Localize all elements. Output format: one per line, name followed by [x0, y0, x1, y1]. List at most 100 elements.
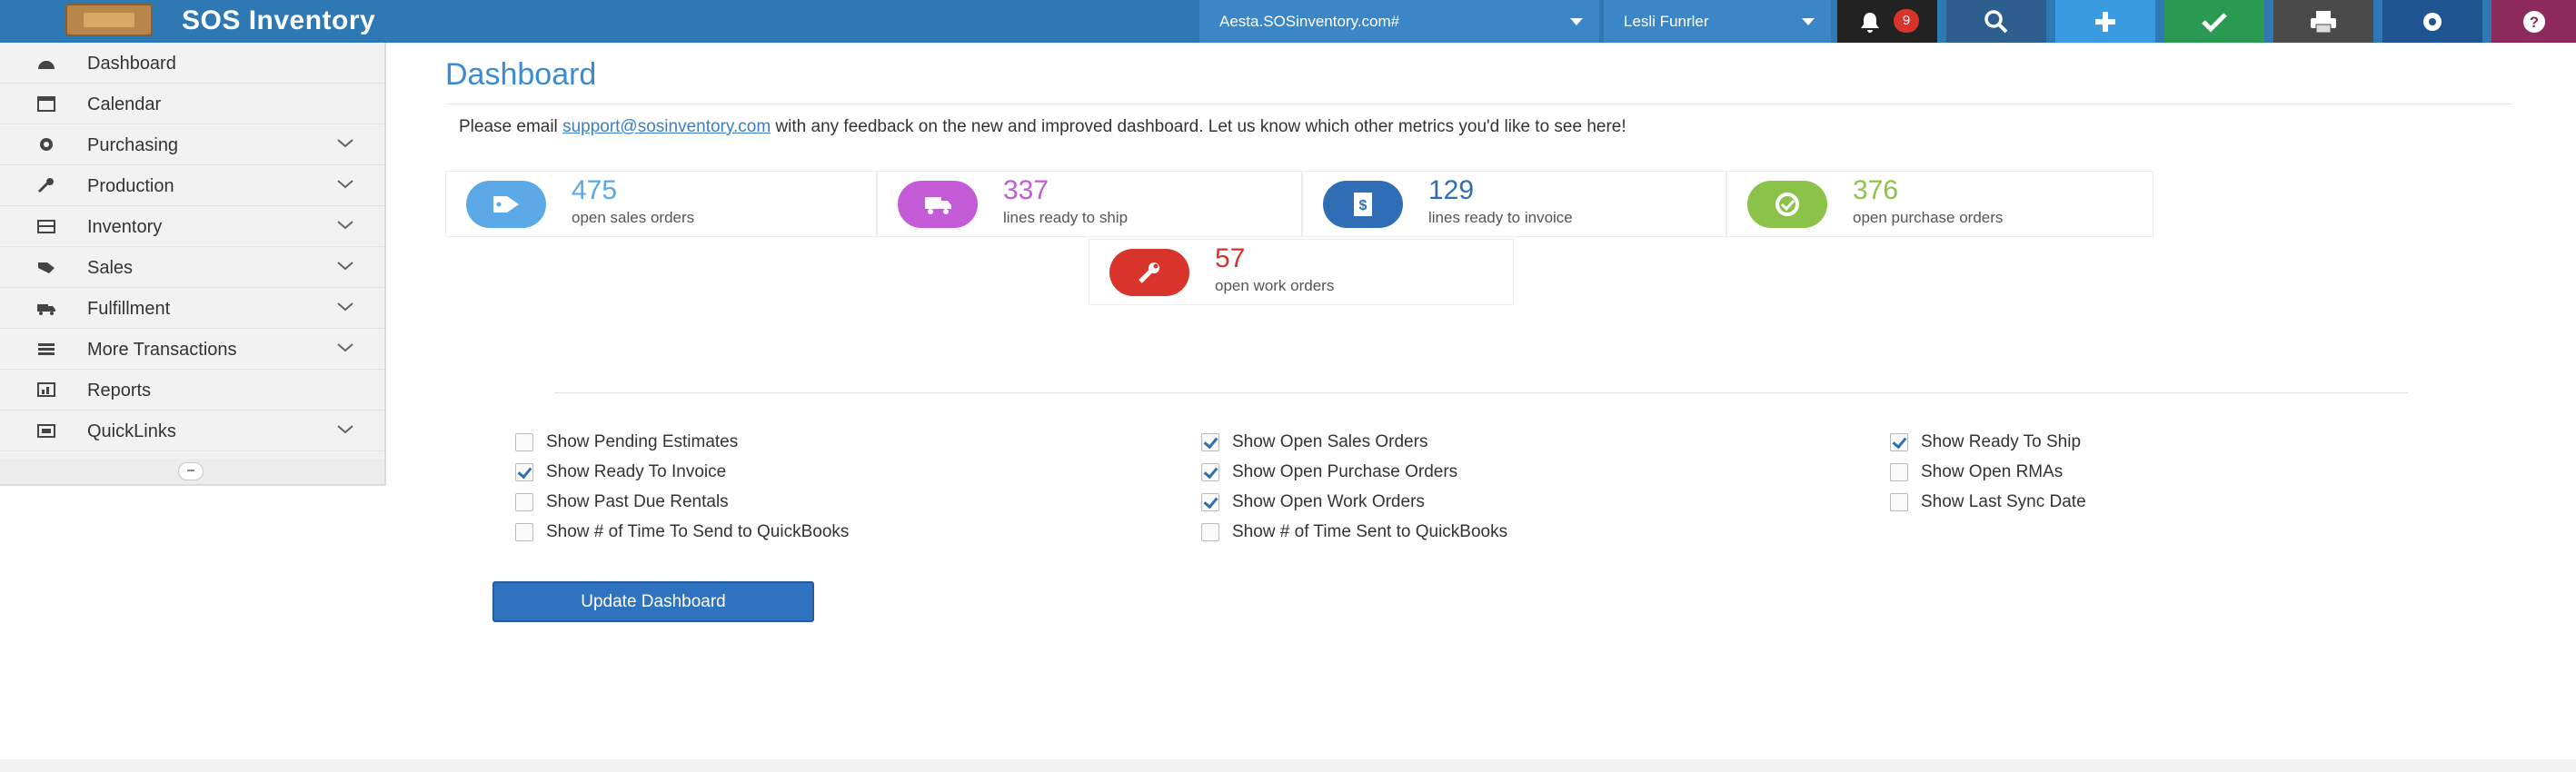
- checkbox[interactable]: [515, 433, 533, 451]
- svg-text:$: $: [1359, 198, 1368, 213]
- sidebar-item-purchasing[interactable]: Purchasing: [0, 124, 384, 165]
- metric-value: 376: [1853, 175, 1899, 205]
- checkbox[interactable]: [1201, 433, 1219, 451]
- top-bar: SOS Inventory Aesta.SOSinventory.com# Le…: [0, 0, 2576, 43]
- invoice-icon: $: [1354, 193, 1372, 216]
- metric-icon-circle: [1109, 249, 1189, 296]
- sidebar-item-label: Reports: [87, 381, 152, 401]
- metric-icon-circle: $: [1323, 181, 1403, 228]
- sidebar-item-reports[interactable]: Reports: [0, 370, 384, 411]
- settings-button[interactable]: [2382, 0, 2482, 43]
- chevron-down-icon: [337, 302, 353, 312]
- sidebar-item-more-transactions[interactable]: More Transactions: [0, 329, 384, 370]
- cart-icon: [1775, 193, 1799, 216]
- option-label: Show Pending Estimates: [546, 432, 739, 451]
- sidebar-item-label: Purchasing: [87, 135, 179, 155]
- option-label: Show Open Sales Orders: [1232, 432, 1428, 451]
- option-label: Show Ready To Ship: [1921, 432, 2082, 451]
- sidebar-item-dashboard[interactable]: Dashboard: [0, 43, 384, 84]
- checkbox[interactable]: [1201, 493, 1219, 511]
- metric-icon-circle: [898, 181, 978, 228]
- metric-value: 475: [572, 175, 618, 205]
- tasks-button[interactable]: [2164, 0, 2264, 43]
- print-button[interactable]: [2273, 0, 2373, 43]
- purchasing-icon: [40, 138, 53, 151]
- truck-icon: [925, 197, 951, 214]
- app-logo[interactable]: [65, 4, 153, 36]
- sales-icon: [38, 262, 55, 273]
- checkbox[interactable]: [1890, 463, 1908, 481]
- checkbox[interactable]: [1201, 463, 1219, 481]
- app-title: SOS Inventory: [182, 5, 376, 35]
- support-email-link[interactable]: support@sosinventory.com: [562, 117, 771, 136]
- metric-label: lines ready to invoice: [1428, 209, 1573, 226]
- page-title: Dashboard: [445, 57, 597, 92]
- chevron-down-icon: [337, 343, 353, 352]
- option-label: Show Open Work Orders: [1232, 492, 1425, 511]
- sidebar-item-production[interactable]: Production: [0, 165, 384, 206]
- gear-icon: [2423, 12, 2442, 31]
- metric-card-open-sales-orders[interactable]: 475 open sales orders: [445, 171, 877, 237]
- checkbox[interactable]: [515, 493, 533, 511]
- user-dropdown-label: Aesta.SOSinventory.com#: [1219, 13, 1400, 30]
- metric-card-open-work-orders[interactable]: 57 open work orders: [1089, 239, 1514, 305]
- checkbox[interactable]: [515, 523, 533, 541]
- metric-icon-circle: [466, 181, 546, 228]
- metric-value: 57: [1215, 243, 1246, 273]
- checkbox[interactable]: [1890, 493, 1908, 511]
- metric-label: lines ready to ship: [1003, 209, 1129, 226]
- wrench-icon: [37, 178, 54, 193]
- metric-label: open purchase orders: [1853, 209, 2004, 226]
- search-icon: [1984, 9, 2008, 33]
- quicklinks-icon: [37, 424, 55, 438]
- sidebar-item-quicklinks[interactable]: QuickLinks: [0, 411, 384, 451]
- notifications-button[interactable]: 9: [1837, 0, 1937, 43]
- chevron-down-icon: [337, 221, 353, 230]
- footer-strip: [0, 759, 2576, 772]
- sidebar-item-label: Production: [87, 176, 174, 196]
- truck-icon: [37, 304, 55, 315]
- checkbox[interactable]: [515, 463, 533, 481]
- location-dropdown[interactable]: Lesli Funrler: [1604, 0, 1831, 43]
- bell-icon: [1861, 12, 1879, 33]
- sidebar-item-inventory[interactable]: Inventory: [0, 206, 384, 247]
- sidebar-item-calendar[interactable]: Calendar: [0, 84, 384, 124]
- list-icon: [38, 343, 55, 355]
- metric-card-lines-ready-to-invoice[interactable]: $ 129 lines ready to invoice: [1302, 171, 1726, 237]
- sidebar-collapse-row: [0, 459, 384, 484]
- sidebar-item-sales[interactable]: Sales: [0, 247, 384, 288]
- chevron-down-icon: [1802, 18, 1815, 25]
- metric-label: open sales orders: [572, 209, 695, 226]
- checkbox[interactable]: [1201, 523, 1219, 541]
- sidebar-item-label: QuickLinks: [87, 421, 176, 441]
- option-label: Show # of Time To Send to QuickBooks: [546, 522, 850, 541]
- update-dashboard-button[interactable]: Update Dashboard: [492, 581, 814, 622]
- add-button[interactable]: [2055, 0, 2155, 43]
- section-divider: [554, 392, 2408, 393]
- printer-icon: [2311, 10, 2336, 33]
- sidebar-item-fulfillment[interactable]: Fulfillment: [0, 288, 384, 329]
- chevron-down-icon: [1570, 18, 1583, 25]
- metric-value: 129: [1428, 175, 1475, 205]
- dashboard-icon: [38, 61, 55, 69]
- help-button[interactable]: ?: [2491, 0, 2576, 43]
- user-dropdown[interactable]: Aesta.SOSinventory.com#: [1199, 0, 1599, 43]
- sidebar-item-label: More Transactions: [87, 340, 237, 360]
- metric-card-lines-ready-to-ship[interactable]: 337 lines ready to ship: [877, 171, 1302, 237]
- wrench-icon: [1139, 262, 1159, 283]
- sidebar: Dashboard Calendar Purchasing Production…: [0, 43, 386, 486]
- sidebar-item-label: Dashboard: [87, 54, 176, 74]
- search-button[interactable]: [1946, 0, 2046, 43]
- sidebar-collapse-button[interactable]: [178, 462, 204, 480]
- sidebar-item-label: Sales: [87, 258, 134, 278]
- calendar-icon: [37, 96, 55, 112]
- chevron-down-icon: [337, 425, 353, 434]
- metric-label: open work orders: [1215, 277, 1335, 294]
- checkbox[interactable]: [1890, 433, 1908, 451]
- notice-suffix: with any feedback on the new and improve…: [771, 117, 1626, 136]
- help-icon: ?: [2522, 10, 2545, 33]
- location-dropdown-label: Lesli Funrler: [1624, 13, 1709, 30]
- metric-value: 337: [1003, 175, 1049, 205]
- notice-prefix: Please email: [459, 117, 563, 136]
- metric-card-open-purchase-orders[interactable]: 376 open purchase orders: [1726, 171, 2153, 237]
